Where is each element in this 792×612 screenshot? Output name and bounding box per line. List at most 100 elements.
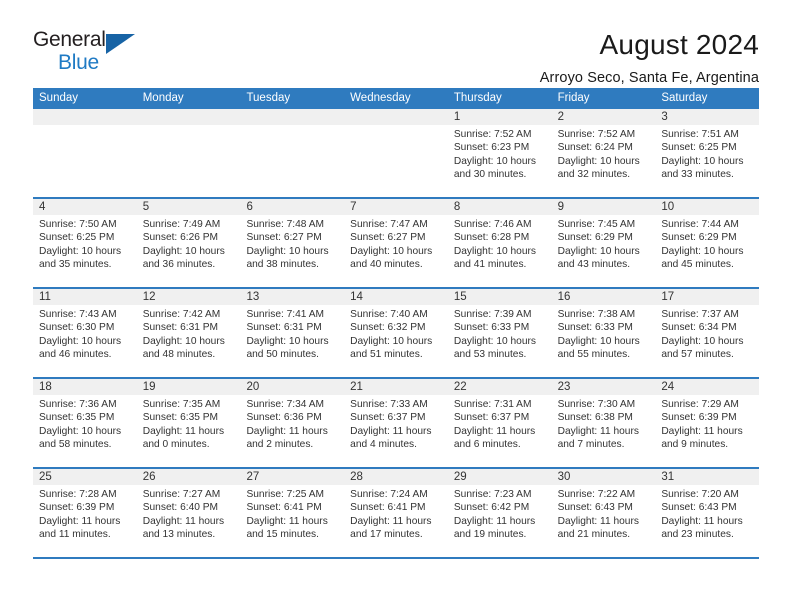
sunset-text: Sunset: 6:25 PM — [661, 142, 737, 154]
sunrise-text: Sunrise: 7:41 AM — [246, 309, 325, 320]
sunset-text: Sunset: 6:33 PM — [453, 322, 530, 334]
day-cell[interactable]: 22 Sunrise: 7:31 AM Sunset: 6:37 PM Dayligh… — [447, 379, 552, 467]
day-cell[interactable]: 31 Sunrise: 7:20 AM Sunset: 6:43 PM Dayligh… — [655, 469, 760, 557]
daylight-text-line2: and 30 minutes. — [453, 169, 527, 181]
day-cell[interactable]: 26 Sunrise: 7:27 AM Sunset: 6:40 PM Dayligh… — [136, 469, 241, 557]
day-cell[interactable]: 2 Sunrise: 7:52 AM Sunset: 6:24 PM Daylight… — [551, 109, 656, 197]
day-info: Sunrise: 7:38 AM Sunset: 6:33 PM Daylight:… — [552, 305, 656, 362]
sunset-text: Sunset: 6:29 PM — [557, 232, 633, 244]
day-number: 6 — [240, 199, 345, 215]
general-blue-logo: General Blue — [33, 26, 183, 74]
daylight-text-line1: Daylight: 11 hours — [453, 425, 536, 437]
day-info: Sunrise: 7:52 AM Sunset: 6:24 PM Daylight:… — [552, 125, 656, 182]
sunrise-text: Sunrise: 7:43 AM — [39, 309, 117, 320]
day-cell[interactable]: 21 Sunrise: 7:33 AM Sunset: 6:37 PM Dayligh… — [344, 379, 448, 467]
day-cell[interactable]: 11 Sunrise: 7:43 AM Sunset: 6:30 PM Dayligh… — [33, 289, 137, 377]
day-cell[interactable]: 28 Sunrise: 7:24 AM Sunset: 6:41 PM Dayligh… — [344, 469, 448, 557]
daylight-text-line1: Daylight: 10 hours — [557, 335, 640, 347]
day-cell[interactable]: 14 Sunrise: 7:40 AM Sunset: 6:32 PM Dayligh… — [344, 289, 448, 377]
daylight-text-line1: Daylight: 10 hours — [350, 245, 433, 257]
day-number: 26 — [136, 469, 241, 485]
day-cell[interactable]: 7 Sunrise: 7:47 AM Sunset: 6:27 PM Daylight… — [344, 199, 448, 287]
day-cell[interactable]: 15 Sunrise: 7:39 AM Sunset: 6:33 PM Dayligh… — [447, 289, 552, 377]
calendar-weeks: 1 Sunrise: 7:52 AM Sunset: 6:23 PM Daylight… — [33, 109, 760, 559]
daylight-text-line2: and 35 minutes. — [39, 259, 112, 271]
day-cell[interactable]: 24 Sunrise: 7:29 AM Sunset: 6:39 PM Dayligh… — [655, 379, 760, 467]
daylight-text-line1: Daylight: 11 hours — [350, 425, 432, 437]
day-cell[interactable]: 16 Sunrise: 7:38 AM Sunset: 6:33 PM Dayligh… — [551, 289, 656, 377]
day-cell[interactable]: 20 Sunrise: 7:34 AM Sunset: 6:36 PM Dayligh… — [240, 379, 345, 467]
sunset-text: Sunset: 6:27 PM — [246, 232, 322, 244]
day-cell[interactable]: 27 Sunrise: 7:25 AM Sunset: 6:41 PM Dayligh… — [240, 469, 345, 557]
daylight-text-line2: and 57 minutes. — [661, 349, 734, 361]
day-info: Sunrise: 7:20 AM Sunset: 6:43 PM Daylight:… — [655, 485, 759, 542]
sunset-text: Sunset: 6:40 PM — [142, 502, 219, 514]
day-info: Sunrise: 7:37 AM Sunset: 6:34 PM Daylight:… — [655, 305, 759, 362]
daylight-text-line1: Daylight: 10 hours — [246, 335, 329, 347]
day-cell[interactable]: 6 Sunrise: 7:48 AM Sunset: 6:27 PM Daylight… — [240, 199, 345, 287]
day-cell[interactable]: 29 Sunrise: 7:23 AM Sunset: 6:42 PM Dayligh… — [447, 469, 552, 557]
daylight-text-line1: Daylight: 11 hours — [39, 515, 121, 527]
day-cell[interactable]: 13 Sunrise: 7:41 AM Sunset: 6:31 PM Dayligh… — [240, 289, 345, 377]
day-cell[interactable]: 17 Sunrise: 7:37 AM Sunset: 6:34 PM Dayligh… — [655, 289, 760, 377]
day-cell[interactable]: 5 Sunrise: 7:49 AM Sunset: 6:26 PM Daylight… — [136, 199, 241, 287]
day-info: Sunrise: 7:35 AM Sunset: 6:35 PM Daylight:… — [137, 395, 241, 452]
day-cell[interactable]: 23 Sunrise: 7:30 AM Sunset: 6:38 PM Dayligh… — [551, 379, 656, 467]
daylight-text-line1: Daylight: 10 hours — [39, 425, 122, 437]
daylight-text-line2: and 13 minutes. — [142, 529, 216, 541]
day-cell[interactable]: 19 Sunrise: 7:35 AM Sunset: 6:35 PM Dayligh… — [136, 379, 241, 467]
sunrise-text: Sunrise: 7:50 AM — [39, 219, 117, 230]
day-info: Sunrise: 7:48 AM Sunset: 6:27 PM Daylight:… — [240, 215, 344, 272]
sunset-text: Sunset: 6:29 PM — [661, 232, 737, 244]
day-cell[interactable]: 1 Sunrise: 7:52 AM Sunset: 6:23 PM Daylight… — [447, 109, 552, 197]
daylight-text-line1: Daylight: 11 hours — [142, 515, 225, 527]
day-cell[interactable]: 10 Sunrise: 7:44 AM Sunset: 6:29 PM Dayligh… — [655, 199, 760, 287]
day-cell[interactable]: 12 Sunrise: 7:42 AM Sunset: 6:31 PM Dayligh… — [136, 289, 241, 377]
daylight-text-line1: Daylight: 11 hours — [350, 515, 432, 527]
sunrise-text: Sunrise: 7:24 AM — [350, 489, 428, 500]
weekday-header-saturday: Saturday — [661, 92, 708, 104]
day-cell[interactable]: 18 Sunrise: 7:36 AM Sunset: 6:35 PM Dayligh… — [33, 379, 137, 467]
day-number: 25 — [33, 469, 137, 485]
sunrise-text: Sunrise: 7:29 AM — [661, 399, 739, 410]
sunset-text: Sunset: 6:26 PM — [142, 232, 219, 244]
sunset-text: Sunset: 6:42 PM — [453, 502, 530, 514]
sunset-text: Sunset: 6:33 PM — [557, 322, 633, 334]
day-number: 16 — [551, 289, 656, 305]
sunset-text: Sunset: 6:35 PM — [39, 412, 115, 424]
day-number: 29 — [447, 469, 552, 485]
day-info: Sunrise: 7:45 AM Sunset: 6:29 PM Daylight:… — [552, 215, 656, 272]
daylight-text-line1: Daylight: 10 hours — [246, 245, 329, 257]
sunset-text: Sunset: 6:39 PM — [661, 412, 737, 424]
day-info: Sunrise: 7:22 AM Sunset: 6:43 PM Daylight:… — [552, 485, 656, 542]
day-cell[interactable]: 8 Sunrise: 7:46 AM Sunset: 6:28 PM Daylight… — [447, 199, 552, 287]
daylight-text-line1: Daylight: 10 hours — [661, 245, 744, 257]
sunrise-text: Sunrise: 7:36 AM — [39, 399, 117, 410]
day-cell[interactable]: 30 Sunrise: 7:22 AM Sunset: 6:43 PM Dayligh… — [551, 469, 656, 557]
sunset-text: Sunset: 6:28 PM — [453, 232, 530, 244]
day-info: Sunrise: 7:33 AM Sunset: 6:37 PM Daylight:… — [344, 395, 448, 452]
sunset-text: Sunset: 6:24 PM — [557, 142, 633, 154]
weekday-header-friday: Friday — [557, 92, 590, 104]
day-cell[interactable]: 3 Sunrise: 7:51 AM Sunset: 6:25 PM Daylight… — [655, 109, 760, 197]
day-info: Sunrise: 7:41 AM Sunset: 6:31 PM Daylight:… — [240, 305, 344, 362]
day-info: Sunrise: 7:23 AM Sunset: 6:42 PM Daylight:… — [448, 485, 552, 542]
daylight-text-line2: and 36 minutes. — [142, 259, 216, 271]
weekday-header-tuesday: Tuesday — [246, 92, 291, 104]
day-cell[interactable]: 4 Sunrise: 7:50 AM Sunset: 6:25 PM Daylight… — [33, 199, 137, 287]
day-cell-empty — [240, 109, 345, 197]
sunset-text: Sunset: 6:32 PM — [350, 322, 426, 334]
sunset-text: Sunset: 6:37 PM — [350, 412, 426, 424]
day-number: 9 — [551, 199, 656, 215]
daylight-text-line1: Daylight: 10 hours — [350, 335, 433, 347]
sunset-text: Sunset: 6:39 PM — [39, 502, 115, 514]
daylight-text-line2: and 33 minutes. — [661, 169, 734, 181]
day-cell[interactable]: 25 Sunrise: 7:28 AM Sunset: 6:39 PM Dayligh… — [33, 469, 137, 557]
daylight-text-line2: and 19 minutes. — [453, 529, 527, 541]
day-info: Sunrise: 7:47 AM Sunset: 6:27 PM Daylight:… — [344, 215, 448, 272]
daylight-text-line1: Daylight: 10 hours — [453, 335, 536, 347]
weekday-header-wednesday: Wednesday — [350, 92, 411, 104]
day-number: 27 — [240, 469, 345, 485]
daylight-text-line2: and 48 minutes. — [142, 349, 216, 361]
day-cell[interactable]: 9 Sunrise: 7:45 AM Sunset: 6:29 PM Daylight… — [551, 199, 656, 287]
